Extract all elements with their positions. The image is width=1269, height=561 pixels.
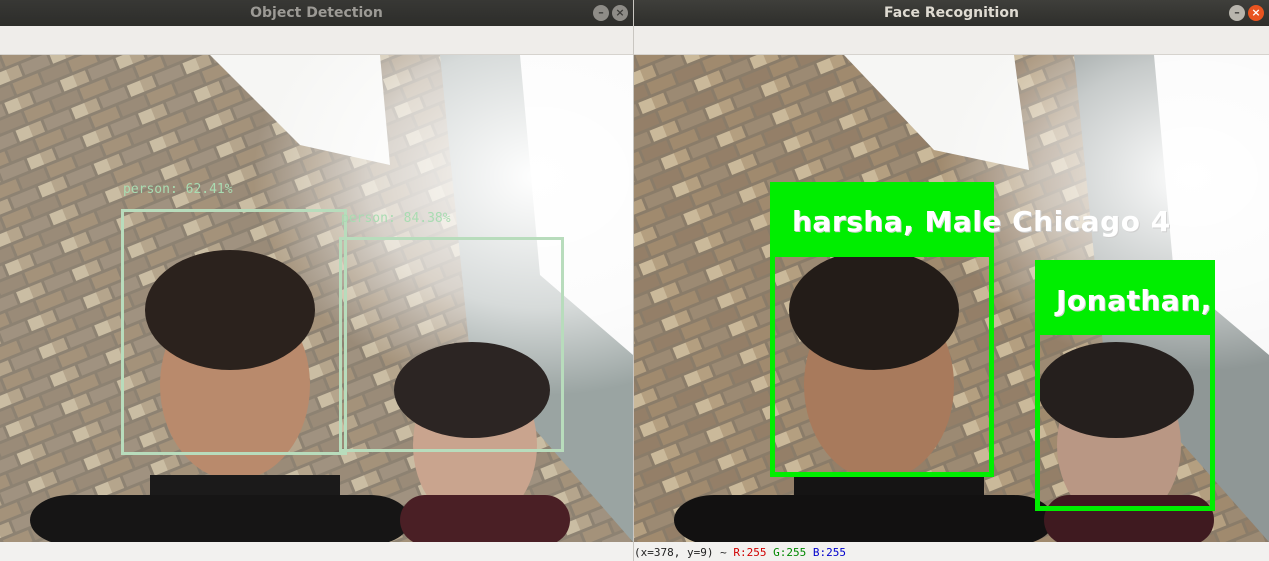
window-title: Object Detection: [250, 5, 383, 21]
window-titlebar[interactable]: Object Detection – ×: [0, 0, 633, 26]
minimize-icon[interactable]: –: [593, 5, 609, 21]
face-recognition-window: Face Recognition – × harsha, Male Chicag…: [634, 0, 1269, 561]
detection-box-2: [339, 237, 564, 452]
pixel-status-bar: (x=378, y=9) ~ R:255 G:255 B:255: [634, 545, 1269, 561]
close-icon[interactable]: ×: [612, 5, 628, 21]
window-title: Face Recognition: [884, 5, 1019, 21]
detection-label-1: person: 62.41%: [123, 182, 233, 197]
close-icon[interactable]: ×: [1248, 5, 1264, 21]
green-value: G:255: [773, 546, 807, 559]
face-box-2: [1035, 330, 1215, 511]
face-label-1: harsha, Male Chicago 4: [792, 205, 1171, 238]
minimize-icon[interactable]: –: [1229, 5, 1245, 21]
detection-label-2: person: 84.38%: [341, 211, 451, 226]
window-toolbar: [0, 26, 633, 55]
blue-value: B:255: [812, 546, 846, 559]
face-label-2: Jonathan,: [1056, 284, 1212, 317]
cursor-coordinates: (x=378, y=9) ~: [634, 546, 727, 559]
window-toolbar: [634, 26, 1269, 55]
window-titlebar[interactable]: Face Recognition – ×: [634, 0, 1269, 26]
detection-box-1: [121, 209, 347, 455]
red-value: R:255: [733, 546, 767, 559]
object-detection-window: Object Detection – × person: 62.41% pers…: [0, 0, 633, 561]
face-box-1: [770, 252, 994, 477]
